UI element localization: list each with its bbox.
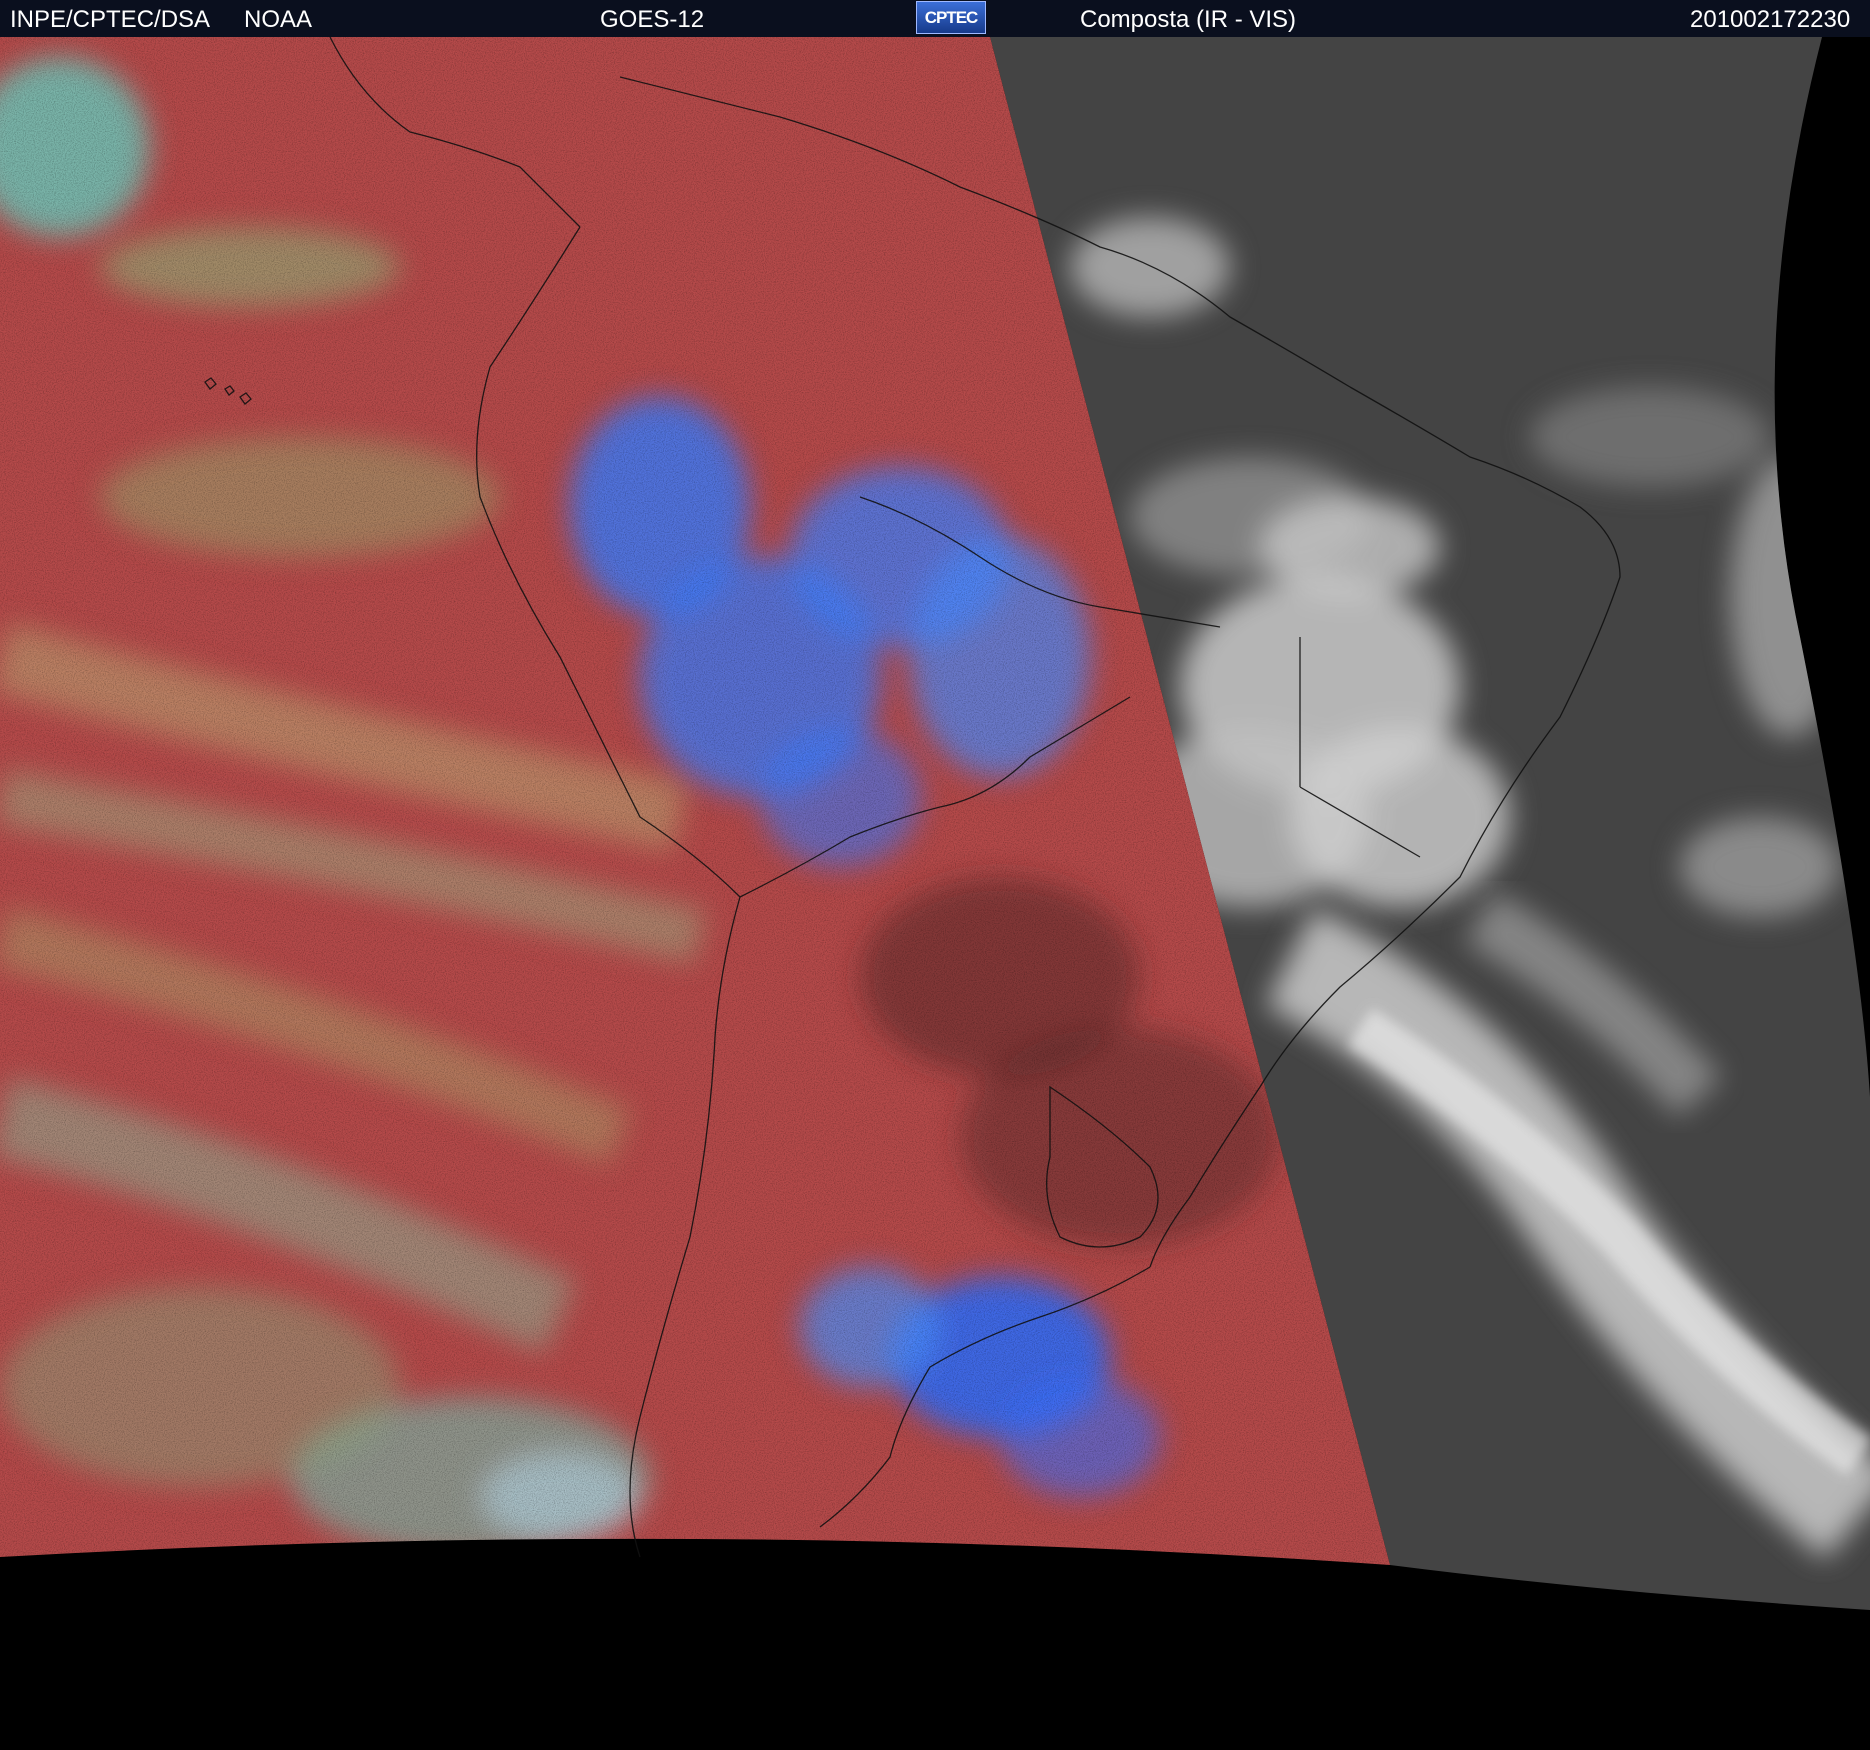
agency-label: NOAA [244,6,313,33]
cptec-logo: CPTEC [916,1,986,34]
image-header: INPE/CPTEC/DSA NOAA GOES-12 CPTEC Compos… [0,0,1870,37]
organization-label: INPE/CPTEC/DSA [10,6,211,33]
satellite-label: GOES-12 [600,6,705,33]
satellite-image [0,37,1870,1750]
product-label: Composta (IR - VIS) [1080,6,1297,33]
timestamp-label: 201002172230 [1690,6,1851,33]
